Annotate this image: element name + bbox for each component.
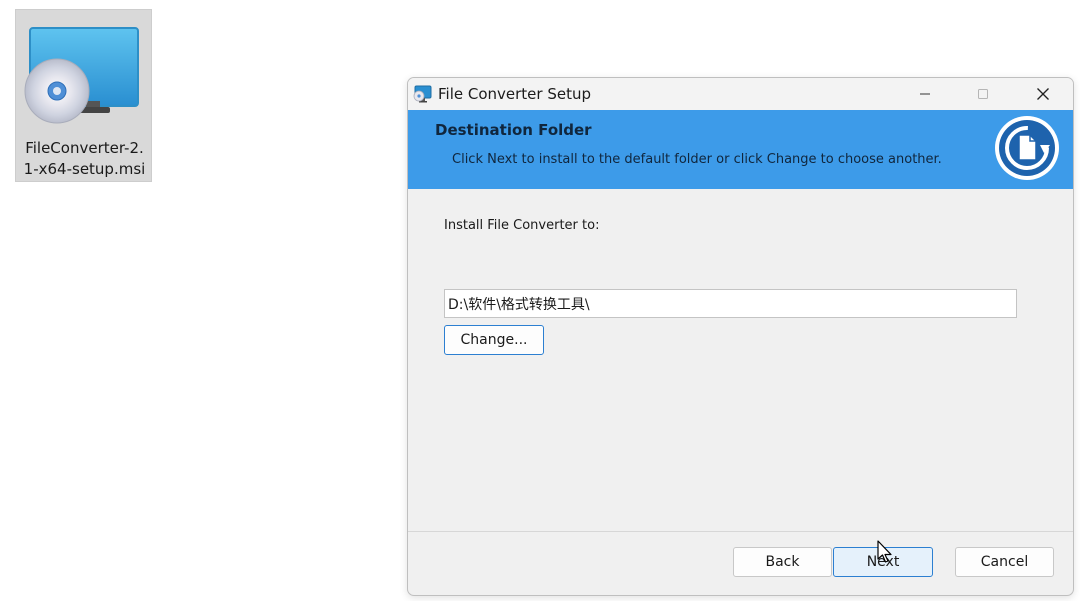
maximize-button[interactable] [954, 78, 1012, 110]
header-banner: Destination Folder Click Next to install… [408, 110, 1073, 189]
minimize-button[interactable] [896, 78, 954, 110]
banner-subtext: Click Next to install to the default fol… [452, 152, 942, 167]
window-title: File Converter Setup [438, 85, 592, 103]
file-name-label: FileConverter-2. 1-x64-setup.msi [16, 138, 153, 180]
footer-divider [408, 531, 1073, 532]
desktop: FileConverter-2. 1-x64-setup.msi File Co… [0, 0, 1080, 601]
minimize-icon [920, 93, 930, 95]
install-path-input[interactable] [444, 289, 1017, 318]
cancel-button[interactable]: Cancel [955, 547, 1054, 577]
mouse-cursor-icon [877, 540, 892, 563]
maximize-icon [978, 89, 988, 99]
banner-heading: Destination Folder [435, 121, 592, 139]
install-location-label: Install File Converter to: [444, 218, 600, 233]
file-name-line2: 1-x64-setup.msi [23, 160, 146, 178]
installer-disc-icon [24, 58, 90, 124]
title-bar[interactable]: File Converter Setup [408, 78, 1073, 110]
change-button[interactable]: Change... [444, 325, 544, 355]
close-icon [1037, 88, 1049, 100]
back-button[interactable]: Back [733, 547, 832, 577]
desktop-file-icon[interactable]: FileConverter-2. 1-x64-setup.msi [15, 9, 152, 182]
file-convert-logo-icon [995, 116, 1059, 180]
setup-window: File Converter Setup Destination Folder [407, 77, 1074, 596]
file-name-line1: FileConverter-2. [25, 139, 144, 157]
close-button[interactable] [1014, 78, 1072, 110]
app-icon [413, 85, 432, 103]
content-area: Install File Converter to: Change... [408, 189, 1073, 529]
